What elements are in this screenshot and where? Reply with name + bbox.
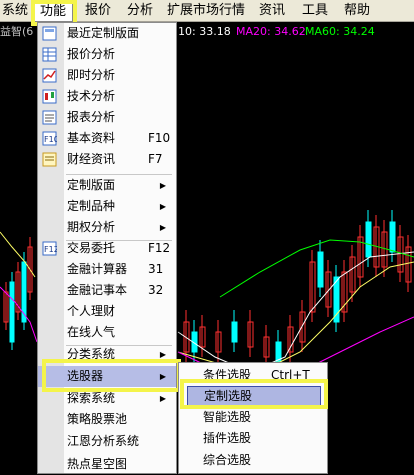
menu-item-quote-analysis[interactable]: 报价分析 (38, 44, 176, 65)
submenu-arrow-icon: ▶ (159, 223, 166, 232)
menu-item-financial-calculator[interactable]: 金融计算器 31 (38, 259, 176, 280)
candle (389, 221, 396, 253)
menu-system[interactable]: 系统 (0, 0, 30, 22)
line-chart-icon (42, 68, 57, 83)
menu-item-custom-screening[interactable]: 定制选股 (187, 386, 321, 407)
candle (317, 251, 324, 288)
layout-icon (42, 26, 57, 41)
menu-item-personal-finance[interactable]: 个人理财 (38, 301, 176, 322)
menu-item-options-analysis[interactable]: 期权分析 ▶ (38, 217, 176, 238)
submenu-arrow-icon: ▶ (159, 202, 166, 211)
submenu-arrow-icon: ▶ (159, 394, 166, 403)
f10-icon: F10 (42, 131, 57, 146)
ma-line-green (219, 239, 414, 298)
svg-text:F12: F12 (44, 245, 57, 254)
candle (365, 221, 372, 258)
candle (21, 261, 27, 323)
menu-item-custom-layout[interactable]: 定制版面 ▶ (38, 175, 176, 196)
stock-screener-submenu: 条件选股 Ctrl+T 定制选股 智能选股 插件选股 综合选股 (178, 362, 328, 474)
menu-item-online-popularity[interactable]: 在线人气 (38, 322, 176, 343)
submenu-arrow-icon: ▶ (159, 181, 166, 190)
menu-news[interactable]: 资讯 (256, 0, 288, 22)
menubar: 系统 功能 报价 分析 扩展市场行情 资讯 工具 帮助 (0, 0, 414, 22)
ma10-value: 10: 33.18 (178, 25, 231, 38)
menu-item-trade-order[interactable]: F12 交易委托 F12 (38, 238, 176, 259)
candlestick-icon (42, 89, 57, 104)
menu-item-financial-news[interactable]: 财经资讯 F7 (38, 149, 176, 170)
stock-title: 益智(6 (0, 25, 34, 38)
menu-item-gann-analysis[interactable]: 江恩分析系统 (38, 431, 176, 452)
menu-item-comprehensive-screening[interactable]: 综合选股 (179, 450, 327, 471)
candle (231, 321, 238, 343)
menu-function[interactable]: 功能 (33, 0, 73, 22)
submenu-arrow-icon: ▶ (159, 350, 166, 359)
menu-item-classification-system[interactable]: 分类系统 ▶ (38, 344, 176, 365)
menu-item-report-analysis[interactable]: 报表分析 (38, 107, 176, 128)
candle (9, 281, 15, 343)
menu-item-plugin-screening[interactable]: 插件选股 (179, 428, 327, 449)
menu-item-custom-symbols[interactable]: 定制品种 ▶ (38, 196, 176, 217)
menu-item-recent-layout[interactable]: 最近定制版面 (38, 23, 176, 44)
menu-item-smart-screening[interactable]: 智能选股 (179, 407, 327, 428)
function-dropdown-menu: 最近定制版面 报价分析 即时分析 技术分析 报表分析 F10 基本资料 F10 … (37, 22, 177, 474)
menu-extended-market[interactable]: 扩展市场行情 (167, 0, 245, 22)
menu-analysis[interactable]: 分析 (124, 0, 156, 22)
menu-item-realtime-analysis[interactable]: 即时分析 (38, 65, 176, 86)
menu-item-financial-notebook[interactable]: 金融记事本 32 (38, 280, 176, 301)
menu-quote[interactable]: 报价 (82, 0, 114, 22)
f12-icon: F12 (42, 241, 57, 256)
table-icon (42, 47, 57, 62)
ma60-value: MA60: 34.24 (305, 25, 375, 38)
menu-item-fundamentals[interactable]: F10 基本资料 F10 (38, 128, 176, 149)
menu-item-exploration-system[interactable]: 探索系统 ▶ (38, 388, 176, 409)
menu-help[interactable]: 帮助 (341, 0, 373, 22)
submenu-arrow-icon: ▶ (159, 372, 166, 381)
menu-item-stock-screener[interactable]: 选股器 ▶ (38, 366, 176, 387)
ma-line-yellow (177, 261, 414, 368)
menu-item-hotspot-starmap[interactable]: 热点星空图 (38, 454, 176, 475)
report-icon (42, 110, 57, 125)
menu-item-strategy-stock-pool[interactable]: 策略股票池 (38, 409, 176, 430)
menu-tools[interactable]: 工具 (299, 0, 331, 22)
menu-item-technical-analysis[interactable]: 技术分析 (38, 86, 176, 107)
menu-item-conditional-screening[interactable]: 条件选股 Ctrl+T (179, 365, 327, 386)
svg-text:F10: F10 (44, 135, 57, 144)
news-icon (42, 152, 57, 167)
ma20-value: MA20: 34.62 (236, 25, 306, 38)
